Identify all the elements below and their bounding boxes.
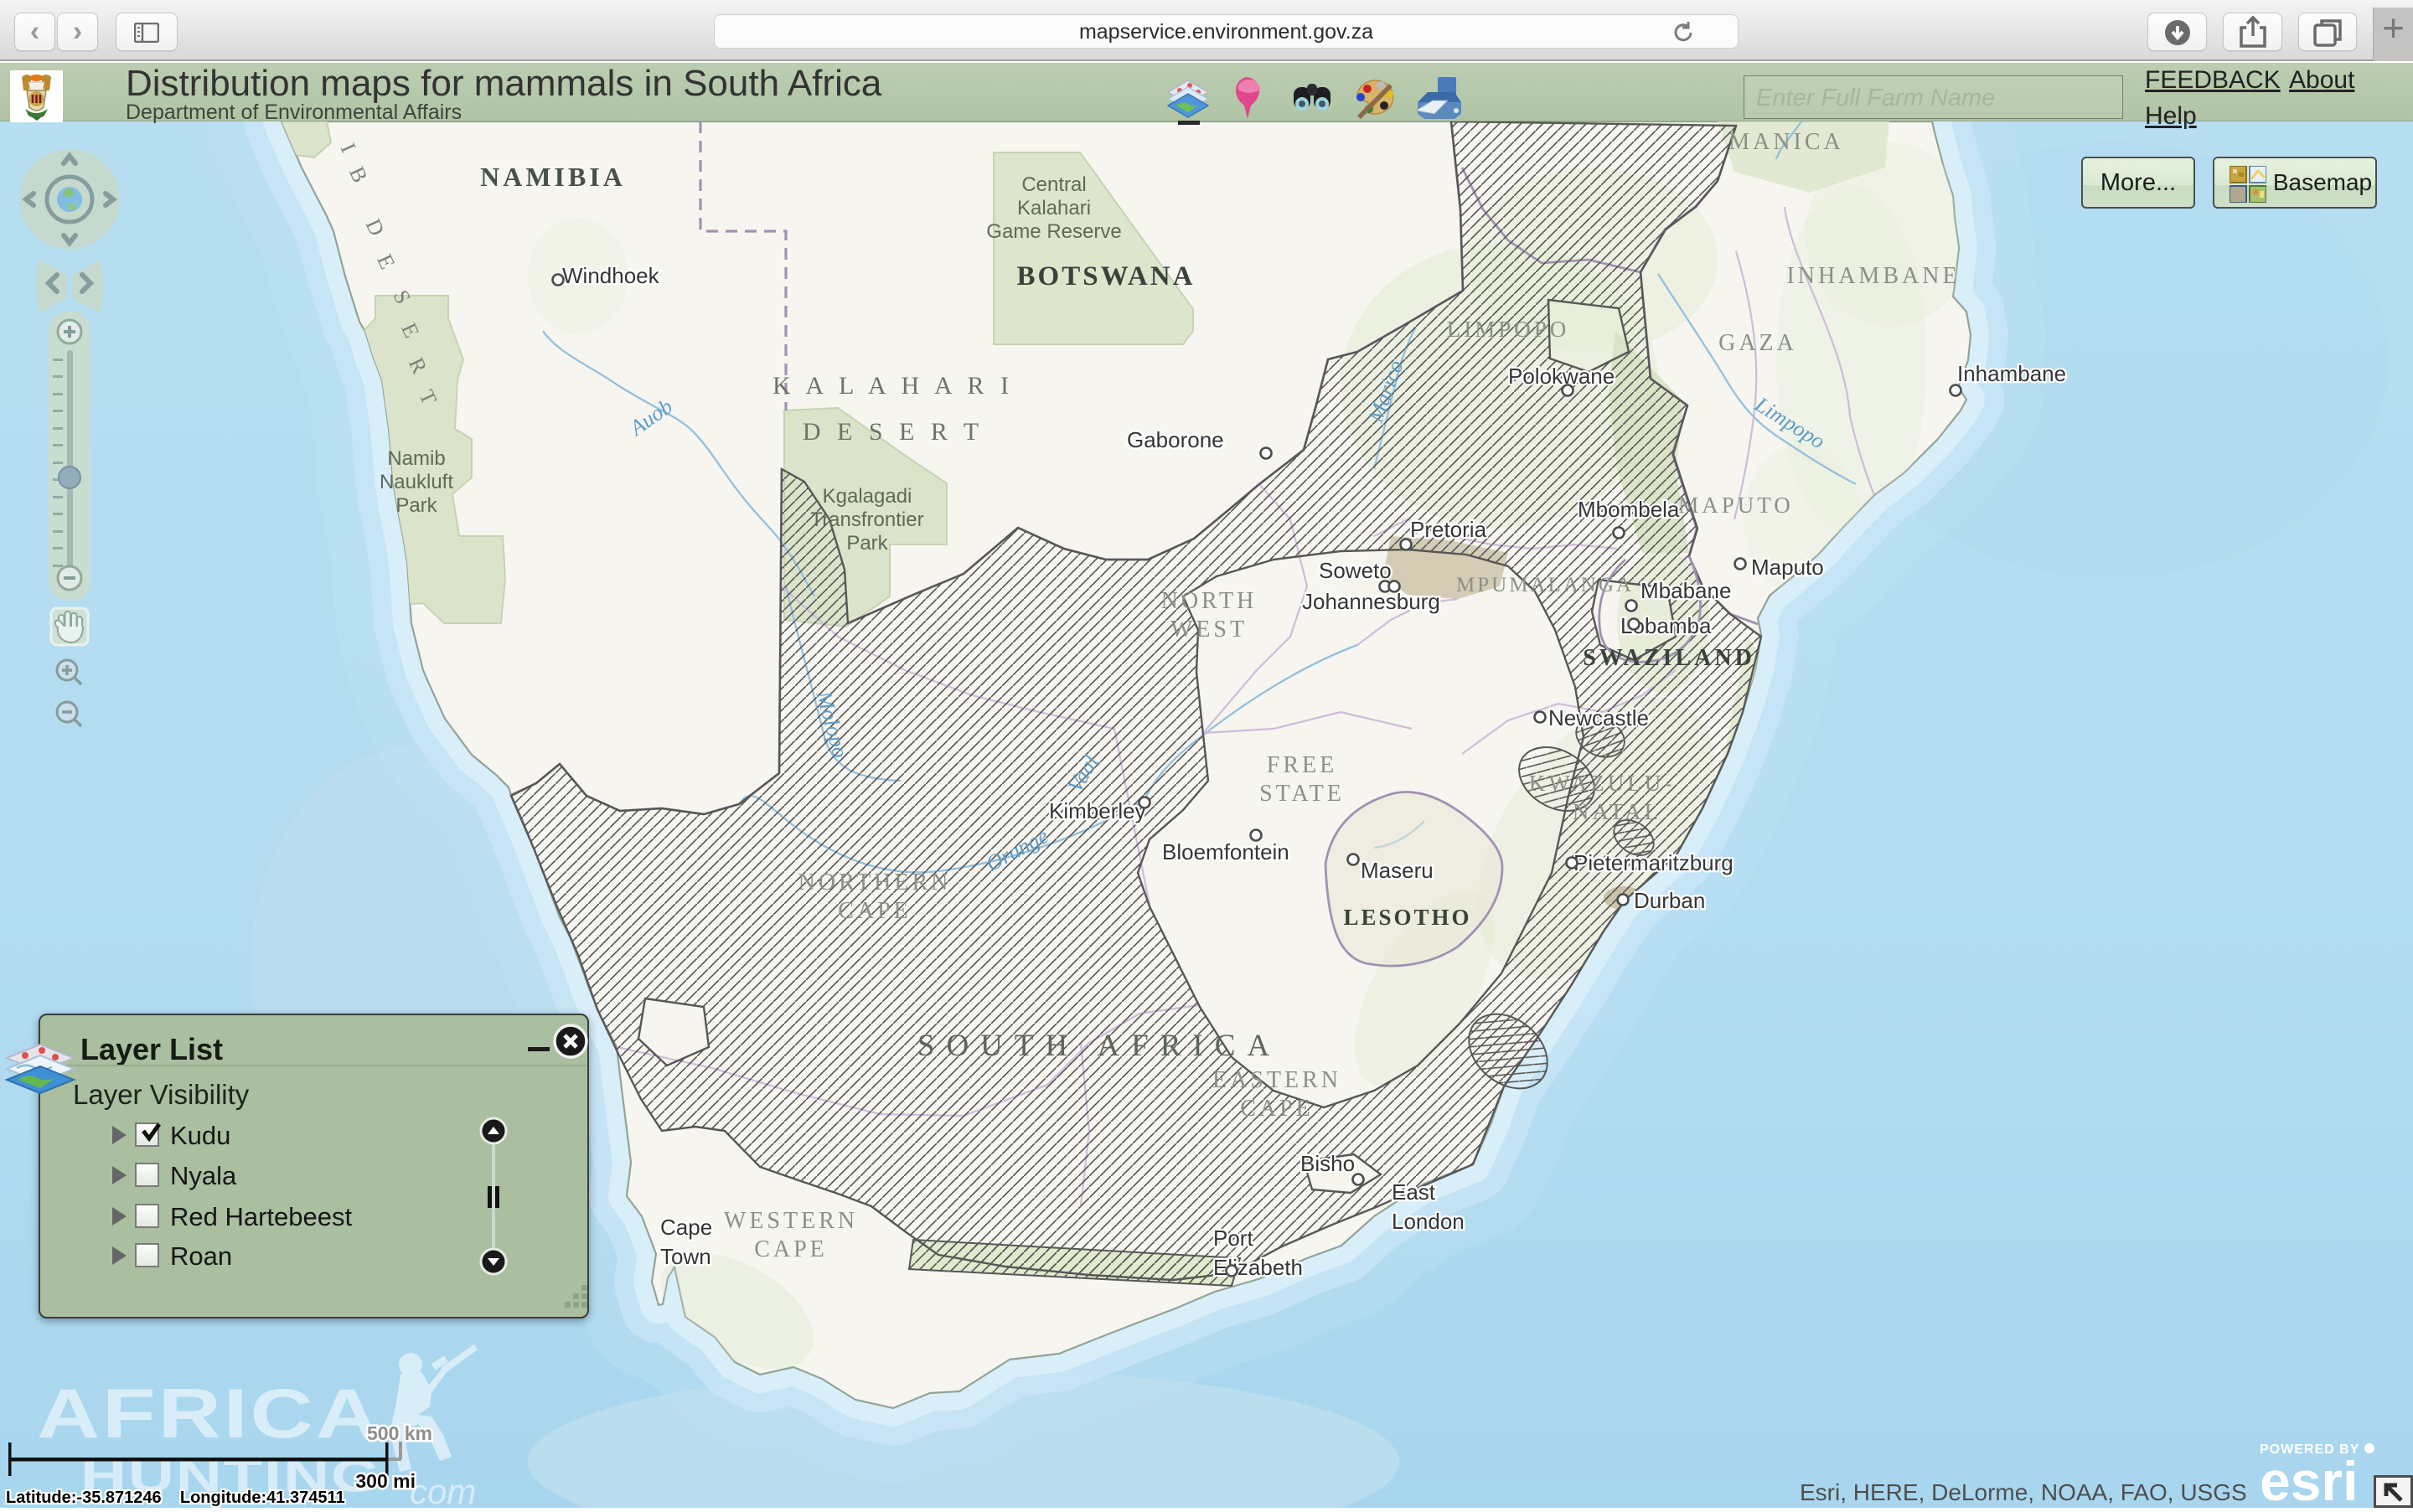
svg-text:BOTSWANA: BOTSWANA [1017,261,1196,292]
svg-text:Namib: Namib [387,447,445,470]
svg-text:NATAL: NATAL [1573,799,1661,824]
svg-text:Gaborone: Gaborone [1127,427,1224,452]
svg-text:Central: Central [1021,173,1086,196]
svg-text:300 mi: 300 mi [355,1470,416,1492]
svg-text:Newcastle: Newcastle [1548,705,1649,730]
svg-text:LESOTHO: LESOTHO [1343,905,1471,930]
svg-text:Town: Town [660,1244,711,1269]
svg-text:Pietermaritzburg: Pietermaritzburg [1573,850,1734,875]
svg-text:D E S E R T: D E S E R T [803,418,984,446]
svg-text:SWAZILAND: SWAZILAND [1583,645,1755,671]
svg-text:Game Reserve: Game Reserve [986,220,1121,243]
svg-text:Soweto: Soweto [1319,558,1392,583]
svg-text:Windhoek: Windhoek [562,263,660,288]
svg-text:500 km: 500 km [367,1422,432,1444]
svg-text:Bisho: Bisho [1300,1151,1355,1176]
svg-text:NORTH: NORTH [1161,588,1258,614]
svg-text:Park: Park [395,494,437,517]
svg-text:FREE: FREE [1267,752,1337,778]
svg-text:Johannesburg: Johannesburg [1302,589,1440,614]
svg-text:WEST: WEST [1170,617,1248,642]
svg-text:NAMIBIA: NAMIBIA [480,162,626,192]
svg-text:Park: Park [846,532,888,555]
svg-text:Kgalagadi: Kgalagadi [823,485,912,508]
svg-text:NORTHERN: NORTHERN [798,870,952,895]
svg-text:Naukluft: Naukluft [380,471,453,493]
svg-text:London: London [1392,1209,1465,1234]
svg-text:STATE: STATE [1259,781,1345,807]
svg-text:Durban: Durban [1634,888,1705,913]
svg-text:SOUTH AFRICA: SOUTH AFRICA [917,1029,1281,1063]
svg-text:CAPE: CAPE [754,1236,828,1262]
svg-text:WESTERN: WESTERN [724,1208,858,1234]
svg-text:GAZA: GAZA [1718,330,1797,356]
svg-text:MPUMALANGA: MPUMALANGA [1456,574,1634,596]
svg-text:Kalahari: Kalahari [1017,197,1091,219]
svg-text:Port: Port [1213,1226,1253,1251]
svg-text:MAPUTO: MAPUTO [1678,493,1794,518]
svg-text:Kimberley: Kimberley [1049,798,1146,823]
svg-text:Inhambane: Inhambane [1957,361,2066,386]
svg-text:CAPE: CAPE [1240,1096,1314,1122]
svg-text:Mbabane: Mbabane [1641,578,1731,603]
svg-text:MANICA: MANICA [1728,129,1844,155]
svg-text:KWAZULU-: KWAZULU- [1529,771,1675,796]
svg-text:K A L A H A R I: K A L A H A R I [772,372,1014,400]
svg-text:Maputo: Maputo [1751,555,1824,580]
svg-text:East: East [1392,1179,1436,1205]
svg-text:Bloemfontein: Bloemfontein [1162,839,1289,864]
svg-text:Cape: Cape [660,1215,712,1240]
svg-text:EASTERN: EASTERN [1212,1067,1341,1093]
svg-text:Maseru: Maseru [1361,858,1434,883]
svg-text:INHAMBANE: INHAMBANE [1786,263,1960,289]
svg-text:Transfrontier: Transfrontier [810,508,923,531]
svg-text:Polokwane: Polokwane [1508,364,1615,389]
svg-text:Mbombela: Mbombela [1578,497,1680,522]
svg-text:CAPE: CAPE [838,898,912,924]
svg-text:Pretoria: Pretoria [1410,517,1487,542]
svg-text:LIMPOPO: LIMPOPO [1447,317,1570,342]
